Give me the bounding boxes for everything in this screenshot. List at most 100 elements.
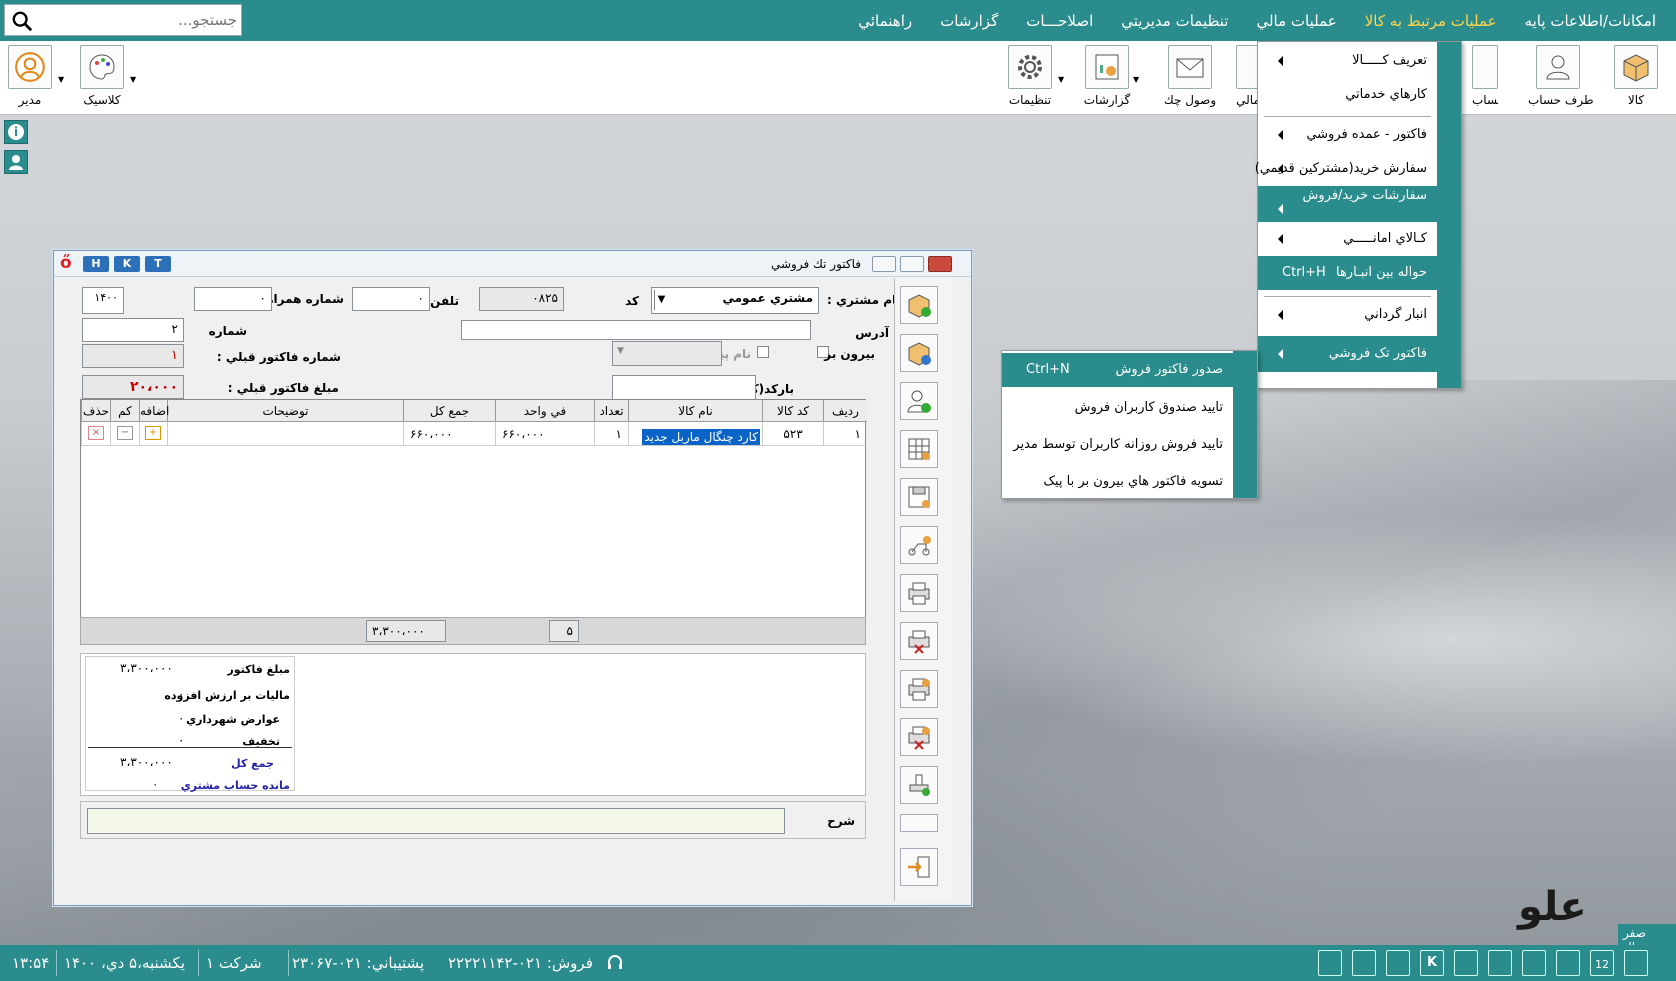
- outside-label: بيرون بر: [824, 347, 875, 361]
- customer-select[interactable]: مشتري عمومي ▼: [651, 287, 819, 314]
- maximize-button[interactable]: [900, 256, 924, 272]
- calendar-icon[interactable]: [1352, 950, 1376, 976]
- toolbar-goods-button[interactable]: کالا: [1606, 45, 1666, 107]
- calc-pad-icon[interactable]: [1454, 950, 1478, 976]
- plus-icon[interactable]: +: [145, 426, 161, 440]
- print-icon[interactable]: [900, 574, 938, 612]
- search-box[interactable]: [4, 4, 242, 36]
- menu-item-settle-courier-invoices[interactable]: تسويه فاکتور هاي بيرون بر با پيک: [1002, 465, 1257, 499]
- menu-corrections[interactable]: اصلاحـــات: [1012, 12, 1107, 30]
- stamp-approve-icon[interactable]: [900, 766, 938, 804]
- code-field: ۰۸۲۵: [479, 287, 564, 311]
- courier-scooter-icon[interactable]: [900, 526, 938, 564]
- address-field[interactable]: [461, 320, 811, 340]
- price-table-icon[interactable]: [900, 430, 938, 468]
- summary-grand-value: ۳،۳۰۰،۰۰۰: [120, 755, 173, 769]
- menu-item-confirm-cashbox[interactable]: تاييد صندوق کاربران فروش: [1002, 391, 1257, 425]
- menu-reports[interactable]: گزارشات: [926, 12, 1012, 30]
- delete-icon[interactable]: ×: [88, 426, 104, 440]
- toolbar-settings-button[interactable]: تنظيمات ▼: [1000, 45, 1064, 107]
- menu-item-retail-invoice[interactable]: فاکتور تک فروشي: [1258, 336, 1461, 372]
- chevron-left-icon: [1278, 310, 1283, 320]
- toolbar-accounts-button[interactable]: حساب: [1472, 45, 1498, 107]
- note-field[interactable]: [87, 808, 785, 834]
- retail-invoice-submenu: صدور فاکتور فروش Ctrl+N تاييد صندوق کاربر…: [1001, 350, 1258, 499]
- toolbar-reports-button[interactable]: گزارشات ▼: [1077, 45, 1139, 107]
- brand-logo: علو: [1518, 884, 1587, 930]
- share-icon[interactable]: [1522, 950, 1546, 976]
- menu-item-confirm-daily-sales[interactable]: تاييد فروش روزانه کاربران توسط مدير: [1002, 428, 1257, 462]
- calendar-date-icon[interactable]: 12: [1590, 950, 1614, 976]
- k-shortcut-icon[interactable]: K: [1420, 950, 1444, 976]
- contact-icon[interactable]: [4, 150, 28, 174]
- search-input[interactable]: [37, 8, 237, 32]
- toolbar-cheque-button[interactable]: وصول چك: [1160, 45, 1220, 107]
- palette-icon: [89, 54, 115, 80]
- grid-totals-bar: ۳،۳۰۰،۰۰۰ ۵: [80, 617, 866, 645]
- menu-item-define-goods[interactable]: تعريف کـــــالا: [1258, 44, 1461, 78]
- phone-field[interactable]: ۰: [352, 287, 430, 311]
- mobile-field[interactable]: ۰: [194, 287, 272, 311]
- cell-description[interactable]: [167, 422, 403, 446]
- envelope-icon: [1176, 58, 1204, 78]
- toolbar-theme-button[interactable]: کلاسيک ▼: [72, 45, 136, 107]
- toolbar-account-party-button[interactable]: طرف حساب: [1528, 45, 1594, 107]
- menu-item-services[interactable]: کارهاي خدماتي: [1258, 78, 1461, 112]
- top-menu-bar: امکانات/اطلاعات پایه عمليات مرتبط به کال…: [0, 0, 1676, 41]
- search-icon[interactable]: [11, 10, 33, 32]
- summary-box: مبلغ فاکتور ۳،۳۰۰،۰۰۰ ماليات بر ارزش افز…: [85, 656, 295, 792]
- menu-help[interactable]: راهنمائي: [844, 12, 926, 30]
- window-titlebar[interactable]: ő H K T فاکتور تك فروشي: [54, 251, 971, 277]
- menu-basic-info[interactable]: امکانات/اطلاعات پایه: [1511, 12, 1670, 30]
- cell-unit-price[interactable]: ۶۶۰،۰۰۰: [495, 422, 594, 446]
- add-person-icon[interactable]: [900, 382, 938, 420]
- menu-financial[interactable]: عمليات مالي: [1242, 12, 1350, 30]
- info-icon[interactable]: i: [4, 120, 28, 144]
- image-icon[interactable]: [1556, 950, 1580, 976]
- courier-checkbox[interactable]: [757, 346, 769, 358]
- toolbar-user-button[interactable]: مدير ▼: [0, 45, 64, 107]
- chevron-down-icon[interactable]: ▼: [1133, 75, 1139, 84]
- edit-box-icon[interactable]: [900, 334, 938, 372]
- menu-item-consignment[interactable]: کـالاي امانـــــي: [1258, 222, 1461, 256]
- cell-name[interactable]: کارد چنگال ماربل جديد: [628, 422, 762, 446]
- hkt-button-k[interactable]: K: [114, 256, 140, 272]
- menu-item-orders[interactable]: سفارشات خريد/فروش: [1258, 186, 1461, 222]
- save-icon[interactable]: [900, 478, 938, 516]
- print-delete-icon[interactable]: [900, 718, 938, 756]
- chevron-down-icon[interactable]: ▼: [1058, 75, 1064, 84]
- menu-goods-operations[interactable]: عمليات مرتبط به کالا: [1351, 12, 1511, 30]
- menu-item-warehouse-transfer[interactable]: حواله بين انبـارها Ctrl+H: [1258, 256, 1461, 290]
- mobile-label: شماره همراه: [266, 292, 344, 306]
- note-icon[interactable]: [1488, 950, 1512, 976]
- menu-item-wholesale-invoice[interactable]: فاکتور - عمده فروشي: [1258, 118, 1461, 152]
- chevron-down-icon[interactable]: ▼: [130, 75, 136, 84]
- print-alt-icon[interactable]: [900, 670, 938, 708]
- menu-item-issue-sales-invoice[interactable]: صدور فاکتور فروش Ctrl+N: [1002, 353, 1257, 387]
- chevron-down-icon[interactable]: ▼: [654, 290, 668, 310]
- menu-item-old-customer-orders[interactable]: سفارش خريد(مشترکين قديمي): [1255, 152, 1461, 186]
- phone-icon[interactable]: [1386, 950, 1410, 976]
- hkt-button-h[interactable]: H: [83, 256, 109, 272]
- hkt-button-t[interactable]: T: [145, 256, 171, 272]
- year-field[interactable]: ۱۴۰۰: [82, 287, 124, 314]
- calculator-icon[interactable]: [1318, 950, 1342, 976]
- menu-admin-settings[interactable]: تنظيمات مديريتي: [1107, 12, 1242, 30]
- courier-select[interactable]: ▼: [612, 341, 722, 366]
- cell-code[interactable]: ۵۲۳: [762, 422, 823, 446]
- note-area: شرح: [80, 801, 866, 839]
- menu-item-inventory-count[interactable]: انبار گرداني: [1258, 298, 1461, 332]
- number-field[interactable]: ۲: [82, 318, 184, 342]
- invoice-window: ő H K T فاکتور تك فروشي نام مشتري : مشتر…: [53, 250, 972, 906]
- minimize-button[interactable]: [872, 256, 896, 272]
- chevron-down-icon[interactable]: ▼: [58, 75, 64, 84]
- history-icon[interactable]: [900, 814, 938, 832]
- print-cancel-icon[interactable]: [900, 622, 938, 660]
- minus-icon[interactable]: −: [117, 426, 133, 440]
- exit-door-icon[interactable]: [900, 848, 938, 886]
- cell-qty[interactable]: ۱: [594, 422, 628, 446]
- add-box-icon[interactable]: [900, 286, 938, 324]
- summary-amount-value: ۳،۳۰۰،۰۰۰: [120, 661, 173, 675]
- box-icon[interactable]: [1624, 950, 1648, 976]
- close-button[interactable]: [928, 256, 952, 272]
